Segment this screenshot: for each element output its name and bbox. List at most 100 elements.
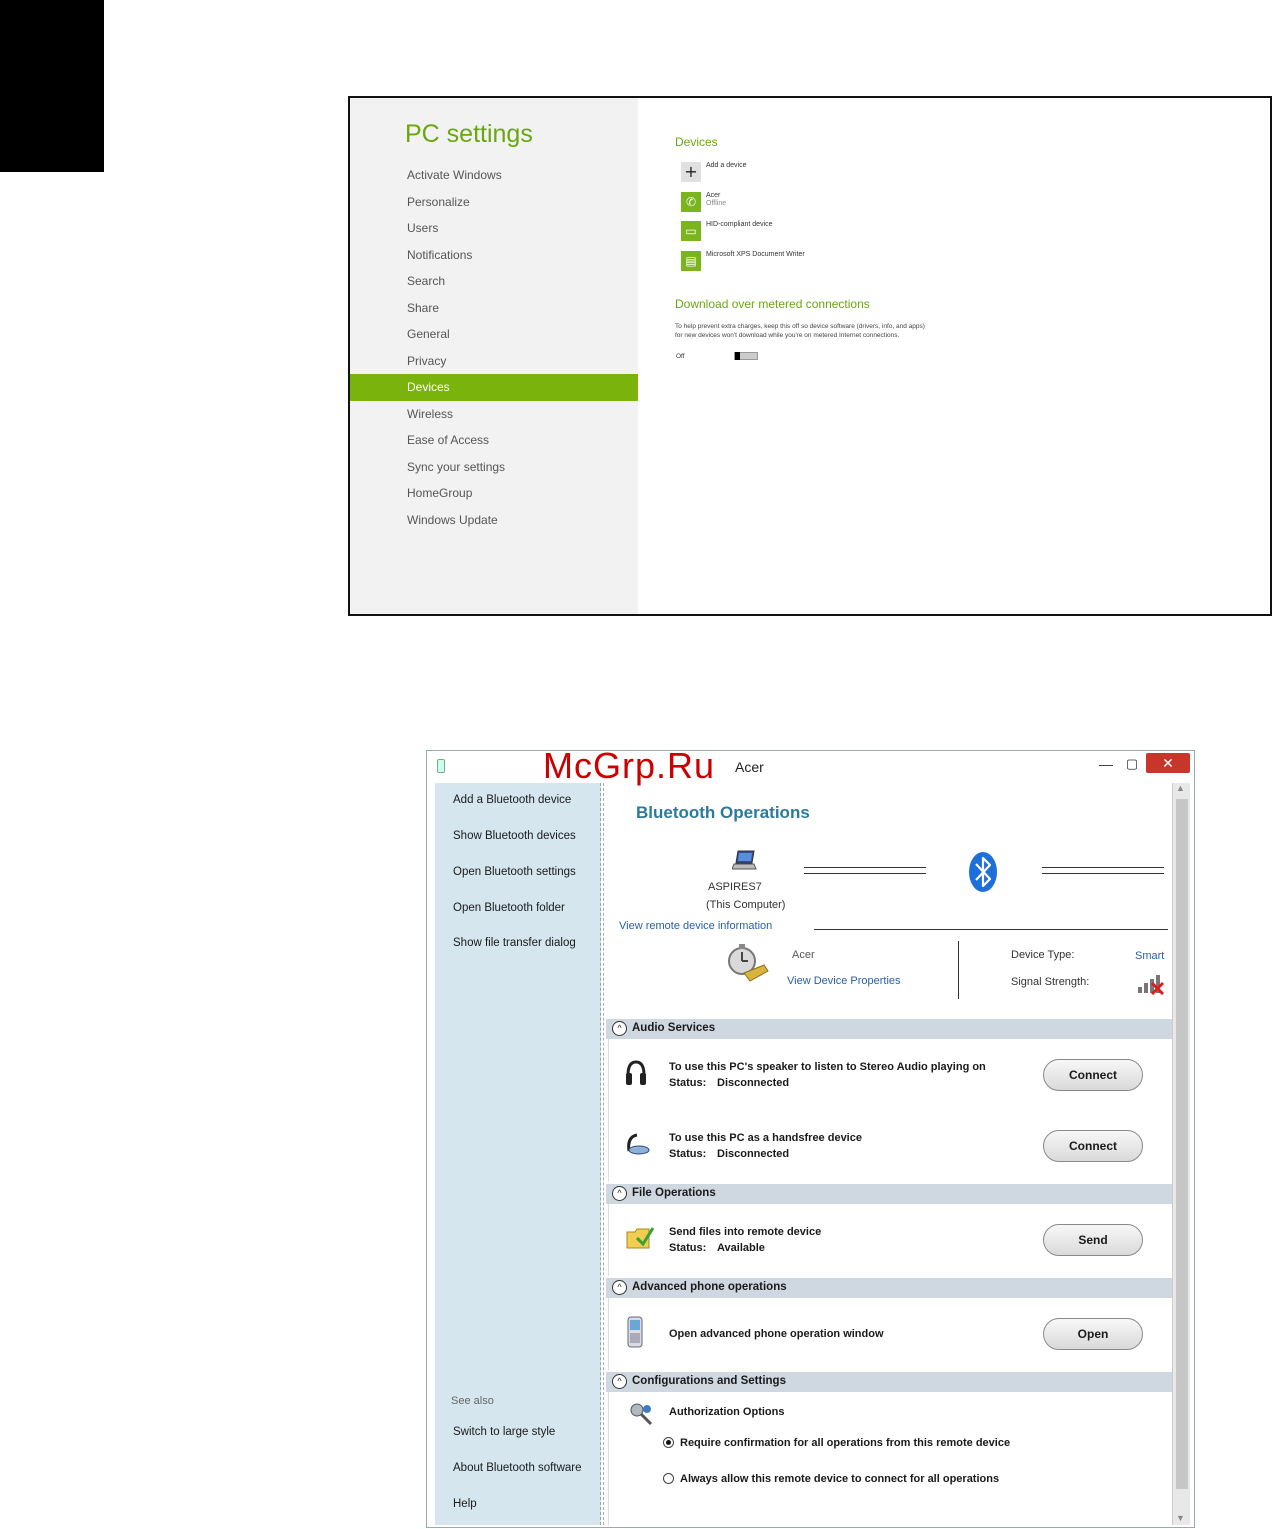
phone-icon: ✆ <box>681 192 701 212</box>
pc-settings-title: PC settings <box>405 120 533 148</box>
service-description: To use this PC as a handsfree device <box>669 1132 862 1144</box>
signal-strength-label: Signal Strength: <box>1011 976 1090 988</box>
add-bluetooth-device-link[interactable]: Add a Bluetooth device <box>453 794 571 806</box>
section-title: Audio Services <box>632 1022 716 1034</box>
bluetooth-icon <box>969 852 997 892</box>
authorization-options-title: Authorization Options <box>669 1406 785 1418</box>
show-bluetooth-devices-link[interactable]: Show Bluetooth devices <box>453 830 576 842</box>
collapse-icon[interactable]: ^ <box>612 1280 627 1295</box>
status-label: Status: <box>669 1148 707 1160</box>
nav-item-sync-settings[interactable]: Sync your settings <box>350 454 638 481</box>
status-value: Disconnected <box>717 1148 790 1160</box>
toggle-knob <box>735 352 740 360</box>
collapse-icon[interactable]: ^ <box>612 1021 627 1036</box>
separator-line <box>814 929 1168 930</box>
nav-item-privacy[interactable]: Privacy <box>350 348 638 375</box>
switch-large-style-link[interactable]: Switch to large style <box>453 1426 555 1438</box>
help-link[interactable]: Help <box>453 1498 477 1510</box>
radio-selected[interactable] <box>663 1437 674 1448</box>
device-type-value: Smart <box>1135 950 1165 962</box>
scroll-thumb[interactable] <box>1176 799 1188 1489</box>
computer-subtitle: (This Computer) <box>706 899 786 911</box>
toggle-label: Off <box>676 353 685 360</box>
option-label: Require confirmation for all operations … <box>680 1437 1011 1449</box>
connection-line-left <box>804 867 926 874</box>
nav-item-share[interactable]: Share <box>350 295 638 322</box>
nav-item-wireless[interactable]: Wireless <box>350 401 638 428</box>
computer-name: ASPIRES7 <box>708 881 762 893</box>
device-status: Offline <box>706 200 727 207</box>
configurations-body: Authorization Options Require confirmati… <box>608 1392 1170 1525</box>
maximize-icon[interactable]: ▢ <box>1121 754 1143 774</box>
metered-description: To help prevent extra charges, keep this… <box>675 323 925 339</box>
monitor-icon: ▭ <box>681 221 701 241</box>
vertical-divider <box>958 941 959 999</box>
service-description: Open advanced phone operation window <box>669 1328 884 1340</box>
device-name: Microsoft XPS Document Writer <box>706 251 805 258</box>
open-phone-operations-button[interactable]: Open <box>1043 1318 1143 1350</box>
device-name: Acer <box>706 192 721 199</box>
devices-heading: Devices <box>675 135 718 149</box>
watermark-text: McGrp.Ru <box>543 745 716 786</box>
collapse-icon[interactable]: ^ <box>612 1374 627 1389</box>
nav-item-general[interactable]: General <box>350 321 638 348</box>
pc-settings-sidebar: PC settings Activate Windows Personalize… <box>350 98 638 614</box>
black-corner-block <box>0 0 104 172</box>
service-status: Status: Disconnected <box>669 1148 789 1160</box>
metered-heading: Download over metered connections <box>675 297 870 311</box>
nav-item-windows-update[interactable]: Windows Update <box>350 507 638 534</box>
metered-toggle[interactable] <box>734 352 758 360</box>
show-file-transfer-dialog-link[interactable]: Show file transfer dialog <box>453 937 576 949</box>
view-device-properties-link[interactable]: View Device Properties <box>787 975 901 987</box>
send-files-button[interactable]: Send <box>1043 1224 1143 1256</box>
close-icon[interactable]: ✕ <box>1146 753 1190 773</box>
nav-item-personalize[interactable]: Personalize <box>350 189 638 216</box>
nav-item-users[interactable]: Users <box>350 215 638 242</box>
always-allow-option[interactable]: Always allow this remote device to conne… <box>663 1473 999 1485</box>
open-bluetooth-settings-link[interactable]: Open Bluetooth settings <box>453 866 576 878</box>
advanced-phone-body: Open advanced phone operation window Ope… <box>608 1298 1170 1370</box>
vertical-scrollbar[interactable]: ▲ ▼ <box>1172 783 1190 1525</box>
nav-item-search[interactable]: Search <box>350 268 638 295</box>
see-also-label: See also <box>451 1395 494 1407</box>
remote-device-name: Acer <box>792 949 815 961</box>
bluetooth-operations-title: Bluetooth Operations <box>636 803 810 822</box>
connect-stereo-button[interactable]: Connect <box>1043 1059 1143 1091</box>
open-bluetooth-folder-link[interactable]: Open Bluetooth folder <box>453 902 565 914</box>
view-remote-info-link[interactable]: View remote device information <box>619 920 772 932</box>
file-operations-header[interactable]: ^ File Operations <box>606 1184 1172 1204</box>
service-description: Send files into remote device <box>669 1226 822 1238</box>
connection-line-right <box>1042 867 1164 874</box>
section-title: Advanced phone operations <box>632 1281 787 1293</box>
scroll-down-icon[interactable]: ▼ <box>1176 1513 1185 1523</box>
pc-settings-nav: Activate Windows Personalize Users Notif… <box>350 162 638 533</box>
collapse-icon[interactable]: ^ <box>612 1186 627 1201</box>
about-bluetooth-link[interactable]: About Bluetooth software <box>453 1462 582 1474</box>
nav-item-ease-of-access[interactable]: Ease of Access <box>350 427 638 454</box>
signal-strength-icon <box>1138 975 1165 995</box>
bluetooth-sidebar: Add a Bluetooth device Show Bluetooth de… <box>435 783 601 1525</box>
minimize-icon[interactable]: — <box>1095 754 1117 774</box>
status-label: Status: <box>669 1077 707 1089</box>
laptop-icon <box>732 850 757 870</box>
file-operations-body: Send files into remote device Status: Ava… <box>608 1204 1170 1276</box>
status-value: Available <box>717 1242 765 1254</box>
audio-services-header[interactable]: ^ Audio Services <box>606 1019 1172 1039</box>
connect-handsfree-button[interactable]: Connect <box>1043 1130 1143 1162</box>
configurations-header[interactable]: ^ Configurations and Settings <box>606 1372 1172 1392</box>
headset-icon <box>627 1133 650 1155</box>
bluetooth-main: Bluetooth Operations ASPIRES7 (This Comp… <box>603 783 1172 1525</box>
nav-item-homegroup[interactable]: HomeGroup <box>350 480 638 507</box>
nav-item-devices[interactable]: Devices <box>350 374 638 401</box>
page: PC settings Activate Windows Personalize… <box>0 0 1272 1529</box>
nav-item-notifications[interactable]: Notifications <box>350 242 638 269</box>
require-confirmation-option[interactable]: Require confirmation for all operations … <box>663 1437 1010 1449</box>
radio-unselected[interactable] <box>663 1473 674 1484</box>
printer-icon: ▤ <box>681 251 701 271</box>
advanced-phone-header[interactable]: ^ Advanced phone operations <box>606 1278 1172 1298</box>
scroll-up-icon[interactable]: ▲ <box>1176 783 1185 793</box>
headphones-icon <box>626 1060 646 1085</box>
service-description: To use this PC's speaker to listen to St… <box>669 1061 986 1073</box>
service-status: Status: Disconnected <box>669 1077 789 1089</box>
nav-item-activate-windows[interactable]: Activate Windows <box>350 162 638 189</box>
